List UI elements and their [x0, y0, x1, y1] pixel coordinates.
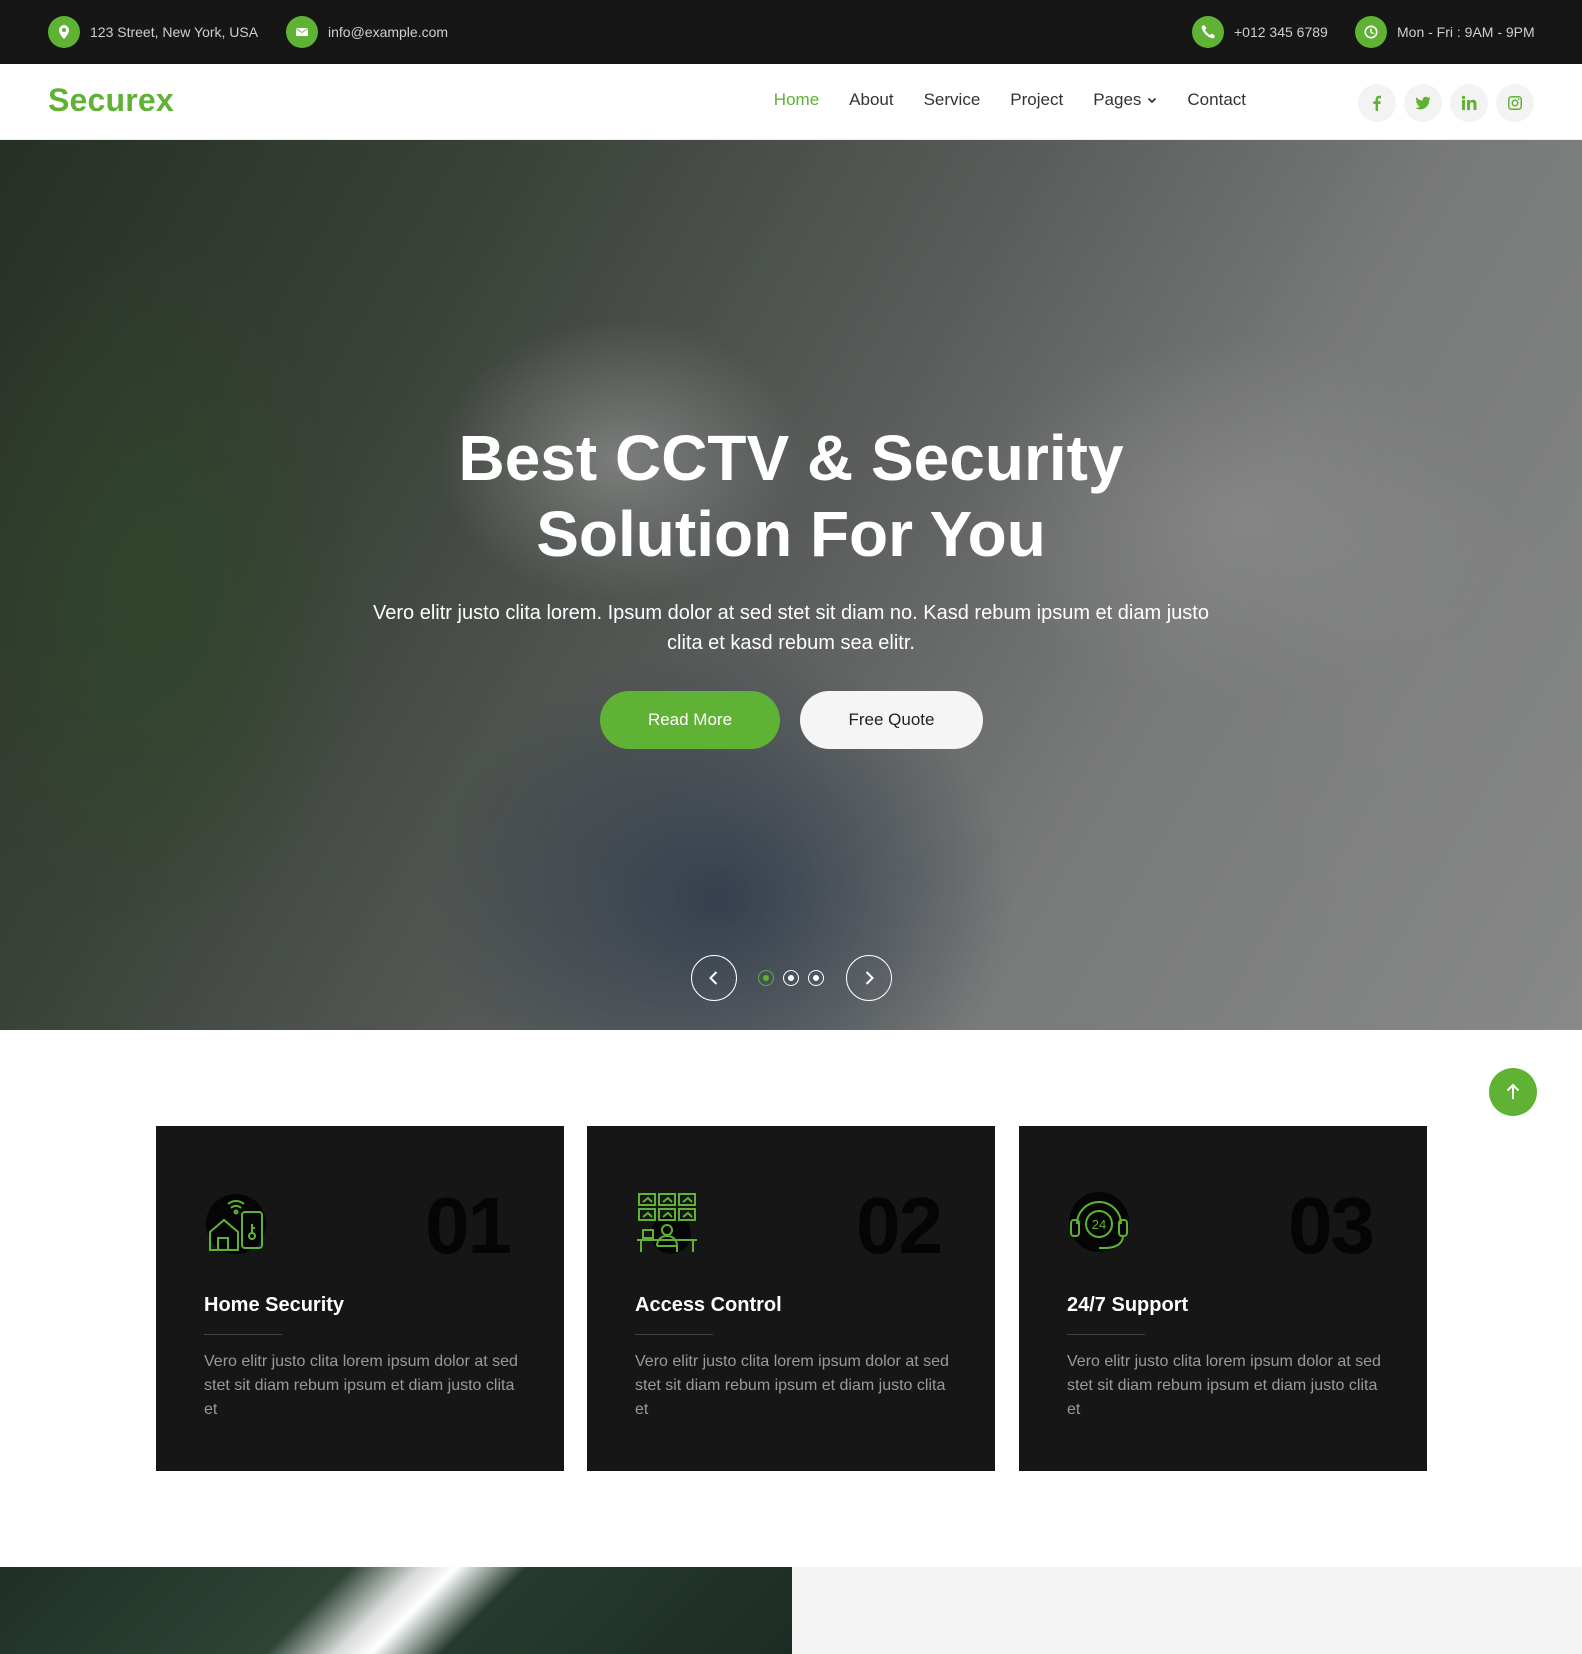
nav-item-home[interactable]: Home [774, 90, 819, 110]
main-nav: Home About Service Project Pages Contact [774, 90, 1246, 110]
nav-item-project[interactable]: Project [1010, 90, 1063, 110]
carousel-dot-1[interactable] [758, 970, 774, 986]
map-pin-icon [48, 16, 80, 48]
facebook-icon[interactable] [1358, 84, 1396, 122]
svg-text:24: 24 [1092, 1217, 1106, 1232]
card-title: Home Security [204, 1294, 345, 1316]
card-number: 02 [856, 1181, 943, 1270]
card-number: 03 [1288, 1181, 1375, 1270]
topbar-address: 123 Street, New York, USA [48, 16, 258, 48]
hero-title: Best CCTV & Security Solution For You [0, 420, 1582, 572]
hours-text: Mon - Fri : 9AM - 9PM [1397, 24, 1535, 40]
carousel-prev-button[interactable] [691, 955, 737, 1001]
card-title: Access Control [635, 1294, 782, 1316]
divider [635, 1334, 713, 1335]
hero-background-image [0, 140, 1582, 1030]
address-text: 123 Street, New York, USA [90, 24, 259, 40]
arrow-up-icon [1506, 1083, 1520, 1099]
chevron-right-icon [865, 971, 874, 985]
feature-card-support: 24 03 24/7 Support Vero elitr justo clit… [1019, 1126, 1427, 1471]
carousel-next-button[interactable] [846, 955, 892, 1001]
card-text: Vero elitr justo clita lorem ipsum dolor… [204, 1353, 518, 1418]
hero-title-line-1: Best CCTV & Security [458, 422, 1124, 494]
phone-text[interactable]: +012 345 6789 [1234, 24, 1328, 40]
smart-home-icon [204, 1190, 268, 1254]
about-section-background [792, 1567, 1582, 1654]
nav-item-pages-label: Pages [1093, 90, 1142, 109]
topbar-phone[interactable]: +012 345 6789 [1192, 16, 1328, 48]
topbar-hours: Mon - Fri : 9AM - 9PM [1355, 16, 1535, 48]
card-text: Vero elitr justo clita lorem ipsum dolor… [1067, 1353, 1381, 1418]
feature-card-access-control: 02 Access Control Vero elitr justo clita… [587, 1126, 995, 1471]
clock-icon [1355, 16, 1387, 48]
hero-carousel: Best CCTV & Security Solution For You Ve… [0, 140, 1582, 1030]
carousel-dot-3[interactable] [808, 970, 824, 986]
chevron-left-icon [709, 971, 718, 985]
instagram-icon[interactable] [1496, 84, 1534, 122]
card-number: 01 [425, 1181, 512, 1270]
free-quote-button[interactable]: Free Quote [800, 691, 983, 749]
linkedin-icon[interactable] [1450, 84, 1488, 122]
brand-logo[interactable]: Securex [48, 82, 174, 119]
topbar-email[interactable]: info@example.com [286, 16, 448, 48]
hero-subtitle: Vero elitr justo clita lorem. Ipsum dolo… [373, 602, 1209, 654]
nav-item-contact[interactable]: Contact [1187, 90, 1246, 110]
divider [1067, 1334, 1145, 1335]
feature-card-home-security: 01 Home Security Vero elitr justo clita … [156, 1126, 564, 1471]
twitter-icon[interactable] [1404, 84, 1442, 122]
carousel-dot-2[interactable] [783, 970, 799, 986]
support-24-7-icon: 24 [1067, 1190, 1131, 1254]
hero-title-line-2: Solution For You [536, 498, 1046, 570]
divider [204, 1334, 282, 1335]
navbar: Securex Home About Service Project Pages… [0, 64, 1582, 140]
cctv-monitoring-icon [635, 1190, 699, 1254]
about-image [0, 1567, 792, 1654]
nav-item-service[interactable]: Service [924, 90, 981, 110]
envelope-icon [286, 16, 318, 48]
chevron-down-icon [1148, 97, 1157, 104]
social-links [1358, 84, 1534, 122]
card-title: 24/7 Support [1067, 1294, 1189, 1316]
nav-item-pages[interactable]: Pages [1093, 90, 1157, 110]
back-to-top-button[interactable] [1489, 1068, 1537, 1116]
card-text: Vero elitr justo clita lorem ipsum dolor… [635, 1353, 949, 1418]
phone-icon [1192, 16, 1224, 48]
read-more-button[interactable]: Read More [600, 691, 780, 749]
top-bar: 123 Street, New York, USA info@example.c… [0, 0, 1582, 64]
nav-item-about[interactable]: About [849, 90, 893, 110]
email-text[interactable]: info@example.com [328, 24, 448, 40]
